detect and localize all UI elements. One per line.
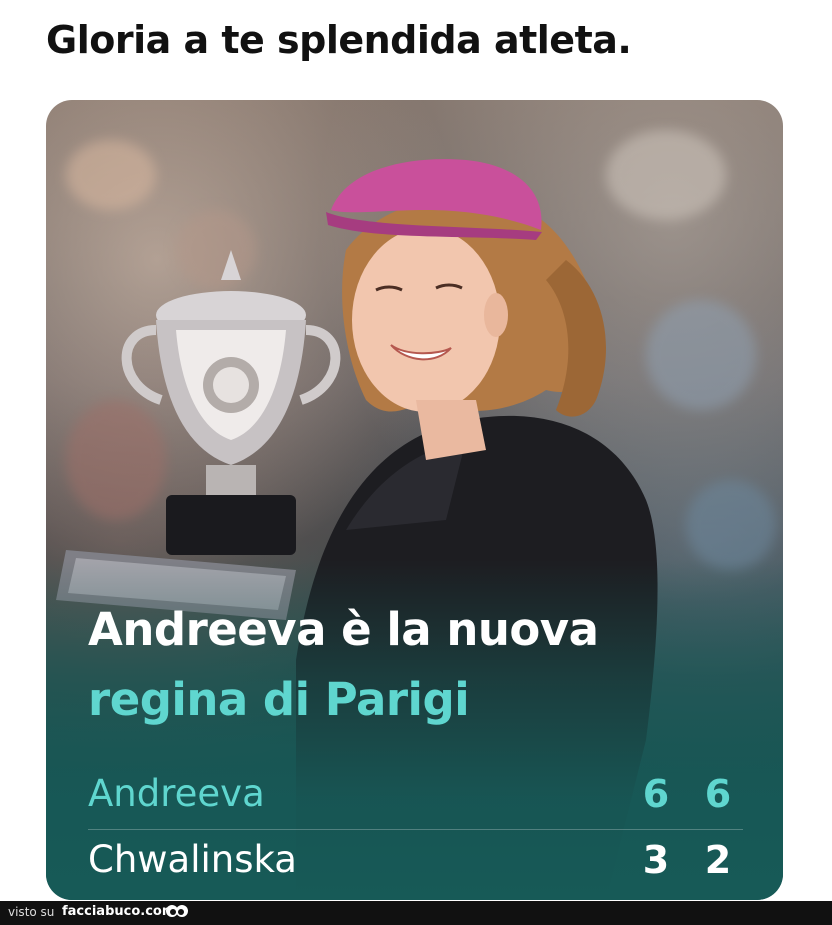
watermark-site[interactable]: facciabuco.com — [62, 904, 175, 919]
player-name: Andreeva — [88, 772, 265, 815]
player-name: Chwalinska — [88, 838, 297, 881]
score-divider — [88, 829, 743, 830]
score-row-chwalinska: Chwalinska 3 2 — [88, 838, 743, 888]
score-row-andreeva: Andreeva 6 6 — [88, 772, 743, 822]
set-score-2: 6 — [704, 772, 732, 816]
headline-line-2: regina di Parigi — [88, 673, 470, 726]
watermark-prefix: visto su — [8, 905, 55, 919]
news-card[interactable]: Andreeva è la nuova regina di Parigi And… — [46, 100, 783, 900]
watermark-bar: visto su facciabuco.com — [0, 901, 832, 925]
set-score-1: 6 — [642, 772, 670, 816]
headline-line-1: Andreeva è la nuova — [88, 603, 599, 656]
post-caption: Gloria a te splendida atleta. — [46, 18, 632, 62]
eyes-icon — [166, 905, 188, 917]
set-score-1: 3 — [642, 838, 670, 882]
set-score-2: 2 — [704, 838, 732, 882]
